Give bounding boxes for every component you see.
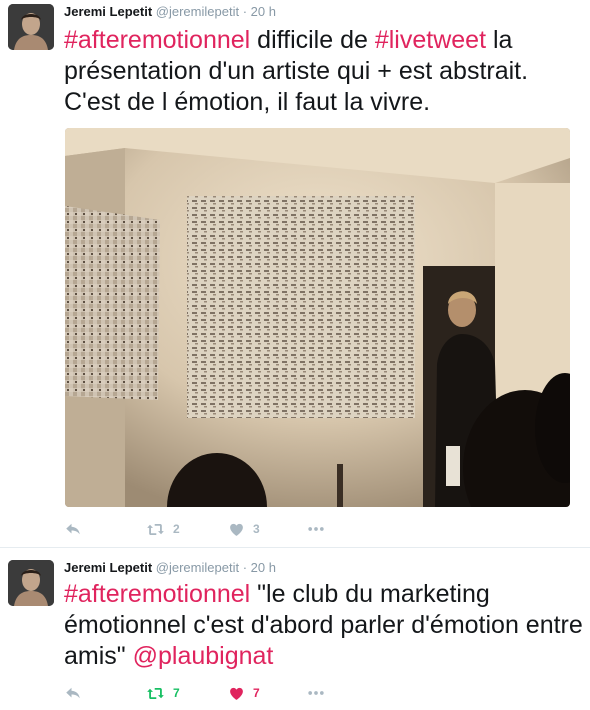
hashtag-link[interactable]: #afteremotionnel	[64, 26, 250, 54]
hashtag-link[interactable]: #livetweet	[375, 26, 486, 54]
more-button[interactable]	[306, 683, 326, 703]
more-button[interactable]	[306, 519, 326, 539]
tweet-header: Jeremi Lepetit @jeremilepetit · 20 h	[64, 4, 276, 19]
like-count: 3	[253, 522, 260, 536]
author-handle[interactable]: @jeremilepetit	[156, 560, 239, 575]
hashtag-link[interactable]: #afteremotionnel	[64, 580, 250, 608]
reply-button[interactable]	[64, 519, 82, 539]
like-button[interactable]: 3	[228, 519, 260, 539]
avatar[interactable]	[8, 560, 54, 606]
timestamp[interactable]: 20 h	[251, 560, 276, 575]
retweet-button[interactable]: 2	[146, 519, 180, 539]
mention-link[interactable]: @plaubignat	[133, 642, 274, 670]
like-count: 7	[253, 686, 260, 700]
heart-icon	[228, 521, 245, 538]
heart-icon	[228, 685, 245, 702]
tweet-text-part: difficile de	[250, 26, 375, 54]
retweet-icon	[146, 520, 165, 539]
tweet-text: #afteremotionnel difficile de #livetweet…	[64, 25, 584, 118]
more-icon	[306, 519, 326, 539]
author-name[interactable]: Jeremi Lepetit	[64, 560, 152, 575]
tweet-photo[interactable]	[65, 128, 570, 507]
avatar[interactable]	[8, 4, 54, 50]
tweet-actions: 2 3	[64, 519, 364, 539]
tweet-header: Jeremi Lepetit @jeremilepetit · 20 h	[64, 560, 276, 575]
separator-dot: ·	[242, 560, 248, 575]
tweet[interactable]: Jeremi Lepetit @jeremilepetit · 20 h #af…	[0, 549, 590, 710]
reply-icon	[64, 520, 82, 538]
timestamp[interactable]: 20 h	[251, 4, 276, 19]
reply-icon	[64, 684, 82, 702]
separator-dot: ·	[242, 4, 248, 19]
retweet-count: 2	[173, 522, 180, 536]
retweet-button[interactable]: 7	[146, 683, 180, 703]
author-handle[interactable]: @jeremilepetit	[156, 4, 239, 19]
retweet-icon	[146, 684, 165, 703]
tweet[interactable]: Jeremi Lepetit @jeremilepetit · 20 h #af…	[0, 0, 590, 548]
reply-button[interactable]	[64, 683, 82, 703]
more-icon	[306, 683, 326, 703]
tweet-text: #afteremotionnel "le club du marketing é…	[64, 579, 584, 672]
retweet-count: 7	[173, 686, 180, 700]
like-button[interactable]: 7	[228, 683, 260, 703]
author-name[interactable]: Jeremi Lepetit	[64, 4, 152, 19]
tweet-actions: 7 7	[64, 683, 364, 703]
